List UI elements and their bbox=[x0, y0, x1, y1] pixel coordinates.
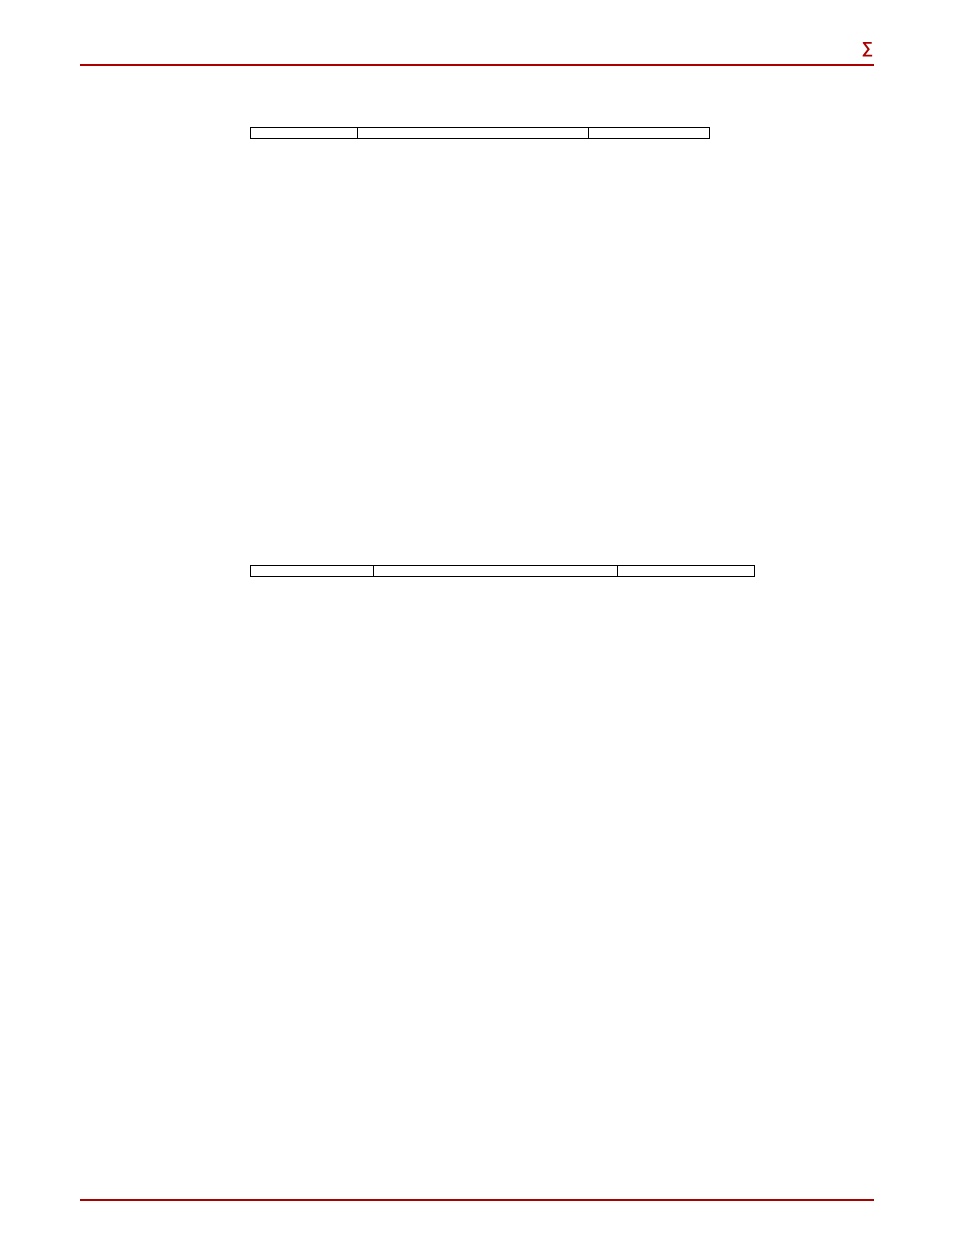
table23 bbox=[250, 565, 755, 577]
page-footer bbox=[80, 1199, 874, 1207]
table22-header-row bbox=[251, 128, 710, 139]
page-header: ∑ bbox=[80, 40, 874, 66]
xilinx-logo: ∑ bbox=[862, 40, 874, 58]
table23-h0 bbox=[251, 566, 374, 577]
table22-h0 bbox=[251, 128, 358, 139]
table22-h2 bbox=[588, 128, 709, 139]
table22-h1 bbox=[358, 128, 588, 139]
figure-1-20 bbox=[140, 167, 880, 507]
schematic-svg bbox=[140, 167, 880, 507]
table22-caption bbox=[250, 106, 874, 121]
table23-caption bbox=[250, 544, 874, 559]
table23-h2 bbox=[617, 566, 754, 577]
table23-header-row bbox=[251, 566, 755, 577]
logo-sigma-icon: ∑ bbox=[862, 40, 874, 57]
table23-h1 bbox=[374, 566, 618, 577]
table22 bbox=[250, 127, 710, 139]
figure-caption bbox=[80, 515, 874, 530]
